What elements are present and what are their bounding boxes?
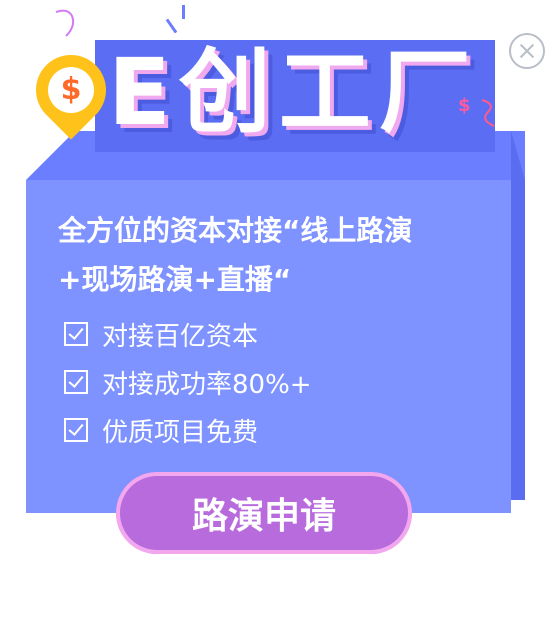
spark-decoration — [182, 5, 185, 19]
headline-line-2: +现场路演+直播“ — [58, 263, 292, 296]
feature-label: 对接成功率80%+ — [102, 369, 312, 400]
box-side — [511, 180, 525, 500]
close-button[interactable] — [509, 33, 545, 69]
feature-list: 对接百亿资本 对接成功率80%+ 优质项目免费 — [64, 310, 312, 454]
squiggle-decoration — [55, 9, 75, 37]
box-corner — [511, 131, 525, 180]
feature-item: 对接成功率80%+ — [64, 358, 312, 406]
squiggle-decoration — [481, 99, 495, 127]
feature-item: 对接百亿资本 — [64, 310, 312, 358]
checkbox-icon — [64, 322, 88, 346]
apply-roadshow-button[interactable]: 路演申请 — [116, 472, 412, 554]
feature-label: 对接百亿资本 — [102, 321, 259, 352]
checkbox-icon — [64, 418, 88, 442]
headline: 全方位的资本对接“线上路演 +现场路演+直播“ — [58, 206, 498, 304]
promo-title: E创工厂 — [108, 39, 479, 146]
box-top-slope — [26, 131, 75, 180]
dollar-symbol: $ — [60, 72, 82, 107]
headline-line-1: 全方位的资本对接“线上路演 — [58, 214, 413, 247]
checkbox-icon — [64, 370, 88, 394]
feature-item: 优质项目免费 — [64, 406, 312, 454]
dollar-decoration: $ — [458, 95, 471, 116]
feature-label: 优质项目免费 — [102, 417, 259, 448]
